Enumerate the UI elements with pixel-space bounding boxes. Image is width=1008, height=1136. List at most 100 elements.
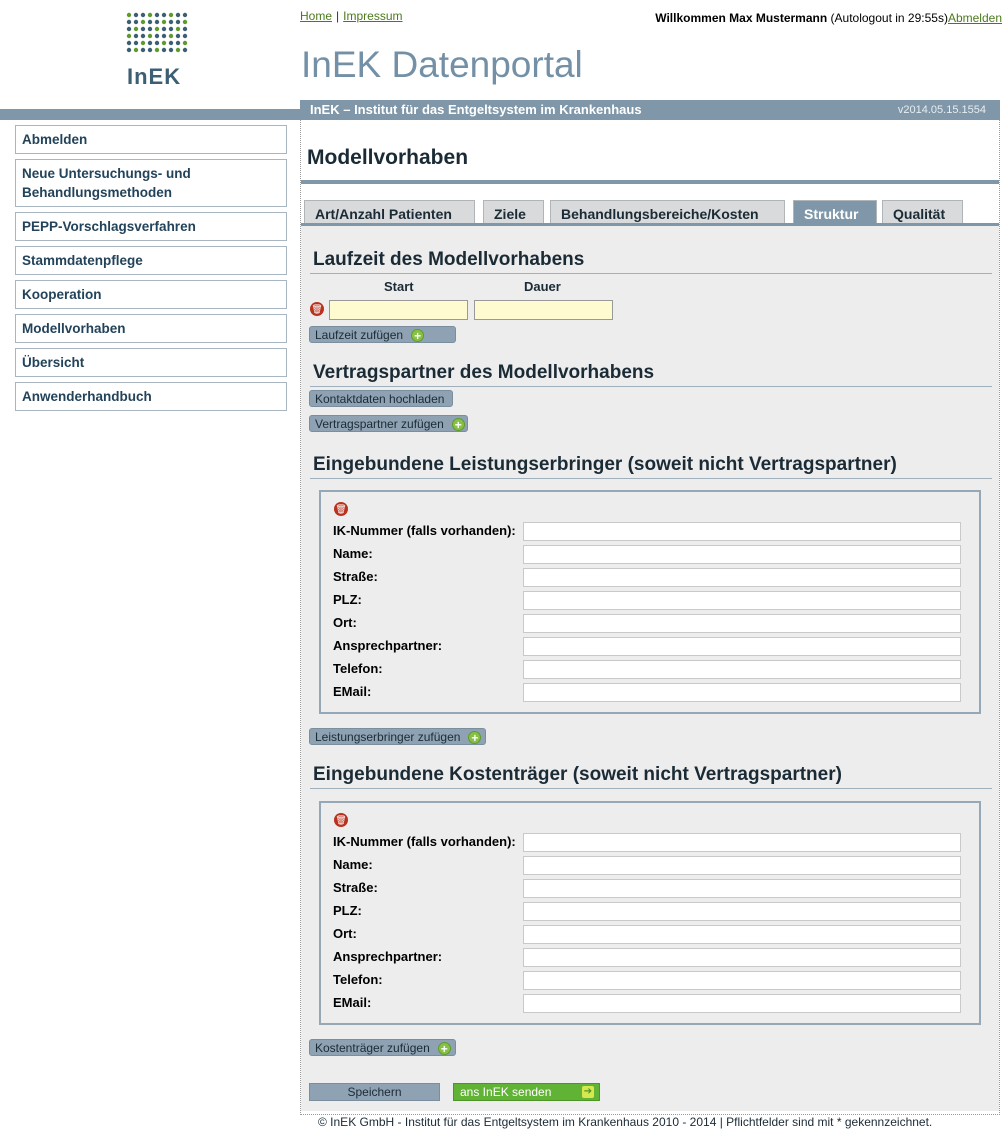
top-nav: Home | Impressum <box>300 9 402 23</box>
logo-dot <box>147 19 153 25</box>
leistungserbringer-add-button[interactable]: Leistungserbringer zufügen + <box>309 728 486 745</box>
kostentraeger-divider <box>310 788 992 789</box>
logout-link[interactable]: Abmelden <box>948 11 1002 25</box>
kostentraeger-field-input[interactable] <box>523 925 961 944</box>
arrow-right-icon: ➔ <box>582 1086 594 1098</box>
plus-circle-icon: + <box>468 731 482 745</box>
leistungserbringer-field-input[interactable] <box>523 683 961 702</box>
logo-dot <box>147 12 153 18</box>
leistungserbringer-field-input[interactable] <box>523 545 961 564</box>
logo-dot <box>154 12 160 18</box>
sidebar-item-anwenderhandbuch[interactable]: Anwenderhandbuch <box>15 382 287 411</box>
laufzeit-add-label: Laufzeit zufügen <box>315 328 404 342</box>
logo-dot <box>133 19 139 25</box>
dauer-column-header: Dauer <box>524 279 561 294</box>
plus-circle-icon: + <box>411 329 425 343</box>
logo-dot <box>126 40 132 46</box>
logo-dot <box>182 33 188 39</box>
kostentraeger-field-input[interactable] <box>523 833 961 852</box>
page-title: Modellvorhaben <box>307 146 469 169</box>
start-input[interactable] <box>329 300 468 320</box>
leistungserbringer-field-label: EMail: <box>333 684 372 699</box>
logo-dot <box>182 19 188 25</box>
tab-art-anzahl-patienten[interactable]: Art/Anzahl Patienten <box>304 200 475 224</box>
logo-dot <box>161 33 167 39</box>
logo-dot <box>175 26 181 32</box>
logo-dot <box>161 47 167 53</box>
logo-dot <box>154 33 160 39</box>
leistungserbringer-field-input[interactable] <box>523 522 961 541</box>
logo-dot <box>182 47 188 53</box>
sidebar-item-stammdatenpflege[interactable]: Stammdatenpflege <box>15 246 287 275</box>
leistungserbringer-box: 🗑 IK-Nummer (falls vorhanden): Name: Straß… <box>319 490 981 714</box>
send-label: ans InEK senden <box>460 1085 552 1099</box>
kostentraeger-heading: Eingebundene Kostenträger (soweit nicht … <box>313 764 842 785</box>
trash-icon[interactable]: 🗑 <box>334 813 348 827</box>
leistungserbringer-field-label: IK-Nummer (falls vorhanden): <box>333 523 516 538</box>
kontaktdaten-upload-button[interactable]: Kontaktdaten hochladen <box>309 390 453 407</box>
logo-dot <box>140 19 146 25</box>
logo-dot <box>133 47 139 53</box>
leistungserbringer-field-input[interactable] <box>523 660 961 679</box>
plus-circle-icon: + <box>437 1042 451 1056</box>
tab-behandlungsbereiche-kosten[interactable]: Behandlungsbereiche/Kosten <box>550 200 785 224</box>
save-button[interactable]: Speichern <box>309 1083 440 1101</box>
sidebar-item-pepp[interactable]: PEPP-Vorschlagsverfahren <box>15 212 287 241</box>
sidebar-item-nub[interactable]: Neue Untersuchungs- und Behandlungsmetho… <box>15 159 287 207</box>
sidebar-item-modellvorhaben[interactable]: Modellvorhaben <box>15 314 287 343</box>
logo-dot <box>168 47 174 53</box>
leistungserbringer-field-label: Ort: <box>333 615 357 630</box>
trash-icon[interactable]: 🗑 <box>334 502 348 516</box>
vertragspartner-add-button[interactable]: Vertragspartner zufügen + <box>309 415 468 432</box>
kostentraeger-field-input[interactable] <box>523 856 961 875</box>
kostentraeger-field-input[interactable] <box>523 994 961 1013</box>
tab-struktur[interactable]: Struktur <box>793 200 877 224</box>
sidebar-item-kooperation[interactable]: Kooperation <box>15 280 287 309</box>
logo-dot <box>161 26 167 32</box>
logo-dot <box>133 26 139 32</box>
kostentraeger-box: 🗑 IK-Nummer (falls vorhanden): Name: Straß… <box>319 801 981 1025</box>
logo-dot <box>175 12 181 18</box>
logo-dot <box>126 47 132 53</box>
kostentraeger-add-button[interactable]: Kostenträger zufügen + <box>309 1039 456 1056</box>
logo-dot <box>161 40 167 46</box>
start-column-header: Start <box>384 279 414 294</box>
vertragspartner-divider <box>310 386 992 387</box>
kostentraeger-field-input[interactable] <box>523 948 961 967</box>
version-label: v2014.05.15.1554 <box>897 104 986 116</box>
header-bar: InEK – Institut für das Entgeltsystem im… <box>300 100 1000 120</box>
logo-dot <box>147 26 153 32</box>
kostentraeger-field-input[interactable] <box>523 902 961 921</box>
kostentraeger-field-label: Ort: <box>333 926 357 941</box>
kostentraeger-field-label: Name: <box>333 857 373 872</box>
leistungserbringer-field-input[interactable] <box>523 614 961 633</box>
logo-dot <box>126 26 132 32</box>
kostentraeger-field-label: EMail: <box>333 995 372 1010</box>
logo-text: InEK <box>127 64 182 89</box>
leistungserbringer-divider <box>310 478 992 479</box>
leistungserbringer-field-label: Telefon: <box>333 661 383 676</box>
leistungserbringer-field-input[interactable] <box>523 591 961 610</box>
trash-icon[interactable]: 🗑 <box>310 302 324 316</box>
sidebar-item-uebersicht[interactable]: Übersicht <box>15 348 287 377</box>
logo-dot <box>154 26 160 32</box>
kostentraeger-field-input[interactable] <box>523 971 961 990</box>
tab-qualitaet[interactable]: Qualität <box>882 200 963 224</box>
logo-dot <box>126 12 132 18</box>
tab-ziele[interactable]: Ziele <box>483 200 544 224</box>
impressum-link[interactable]: Impressum <box>343 9 402 23</box>
dauer-input[interactable] <box>474 300 613 320</box>
logo-dot <box>175 47 181 53</box>
laufzeit-add-button[interactable]: Laufzeit zufügen + <box>309 326 456 343</box>
home-link[interactable]: Home <box>300 9 332 23</box>
sidebar: Abmelden Neue Untersuchungs- und Behandl… <box>15 125 287 416</box>
logo-dot <box>140 12 146 18</box>
kostentraeger-field-label: PLZ: <box>333 903 362 918</box>
leistungserbringer-field-input[interactable] <box>523 637 961 656</box>
kostentraeger-field-input[interactable] <box>523 879 961 898</box>
logo-dot <box>133 40 139 46</box>
send-to-inek-button[interactable]: ans InEK senden ➔ <box>453 1083 600 1101</box>
leistungserbringer-field-input[interactable] <box>523 568 961 587</box>
logo-dot <box>140 40 146 46</box>
sidebar-item-abmelden[interactable]: Abmelden <box>15 125 287 154</box>
